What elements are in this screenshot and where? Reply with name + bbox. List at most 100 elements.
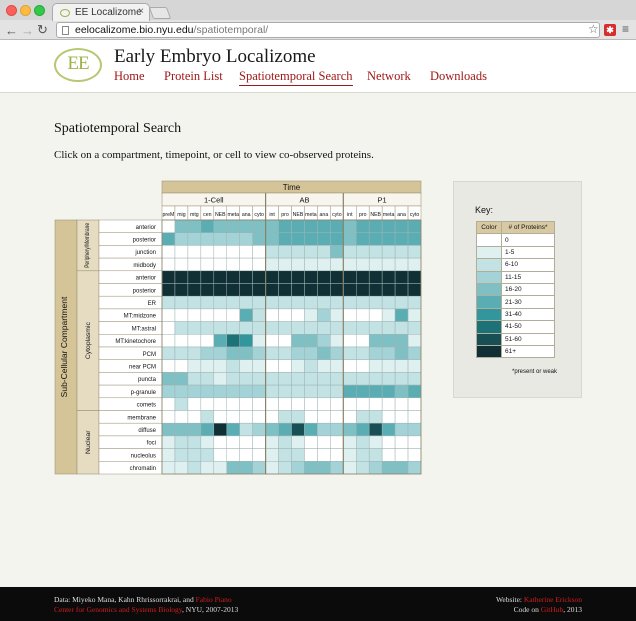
heatmap-cell[interactable] <box>252 435 266 449</box>
heatmap-cell[interactable] <box>200 321 215 335</box>
heatmap-cell[interactable] <box>278 448 292 462</box>
heatmap-cell[interactable] <box>291 270 305 284</box>
heatmap-cell[interactable] <box>200 270 215 284</box>
heatmap-cell[interactable] <box>278 397 292 411</box>
heatmap-cell[interactable] <box>394 346 409 360</box>
heatmap-cell[interactable] <box>291 219 305 233</box>
heatmap-cell[interactable] <box>356 346 370 360</box>
heatmap-cell[interactable] <box>343 283 357 297</box>
heatmap-cell[interactable] <box>343 270 357 284</box>
heatmap-cell[interactable] <box>407 384 422 399</box>
heatmap-cell[interactable] <box>394 295 409 310</box>
heatmap-cell[interactable] <box>343 257 357 272</box>
heatmap-cell[interactable] <box>394 283 409 297</box>
heatmap-cell[interactable] <box>200 397 215 411</box>
heatmap-cell[interactable] <box>239 270 253 284</box>
heatmap-cell[interactable] <box>226 410 240 424</box>
heatmap-cell[interactable] <box>213 384 228 399</box>
heatmap-cell[interactable] <box>161 410 176 424</box>
heatmap-cell[interactable] <box>368 245 383 259</box>
heatmap-cell[interactable] <box>239 321 253 335</box>
heatmap-cell[interactable] <box>356 232 370 246</box>
heatmap-cell[interactable] <box>161 308 176 322</box>
heatmap-cell[interactable] <box>394 245 409 259</box>
heatmap-cell[interactable] <box>265 384 279 399</box>
heatmap-cell[interactable] <box>407 295 422 310</box>
heatmap-cell[interactable] <box>174 359 189 373</box>
heatmap-cell[interactable] <box>200 384 215 399</box>
footer-link-github[interactable]: GitHub <box>541 605 564 614</box>
heatmap-cell[interactable] <box>239 308 253 322</box>
heatmap-cell[interactable] <box>330 448 344 462</box>
heatmap-cell[interactable] <box>278 308 292 322</box>
heatmap-cell[interactable] <box>368 372 383 386</box>
heatmap-cell[interactable] <box>317 295 331 310</box>
heatmap-cell[interactable] <box>304 448 318 462</box>
heatmap-cell[interactable] <box>343 308 357 322</box>
heatmap-cell[interactable] <box>226 321 240 335</box>
heatmap-cell[interactable] <box>174 435 189 449</box>
heatmap-cell[interactable] <box>161 295 176 310</box>
heatmap-cell[interactable] <box>291 295 305 310</box>
heatmap-cell[interactable] <box>161 283 176 297</box>
heatmap-cell[interactable] <box>226 219 240 233</box>
heatmap-cell[interactable] <box>291 422 305 437</box>
heatmap-cell[interactable] <box>226 270 240 284</box>
heatmap-cell[interactable] <box>317 232 331 246</box>
heatmap-cell[interactable] <box>356 448 370 462</box>
heatmap-cell[interactable] <box>213 422 228 437</box>
heatmap-cell[interactable] <box>394 422 409 437</box>
heatmap-cell[interactable] <box>200 257 215 272</box>
heatmap-cell[interactable] <box>291 346 305 360</box>
footer-link-cgsb[interactable]: Center for Genomics and Systems Biology <box>54 605 182 614</box>
heatmap-cell[interactable] <box>304 346 318 360</box>
heatmap-cell[interactable] <box>317 410 331 424</box>
heatmap-cell[interactable] <box>317 384 331 399</box>
heatmap-cell[interactable] <box>381 245 396 259</box>
heatmap-cell[interactable] <box>394 461 409 475</box>
heatmap-cell[interactable] <box>381 257 396 272</box>
heatmap-cell[interactable] <box>187 308 202 322</box>
heatmap-cell[interactable] <box>381 308 396 322</box>
heatmap-cell[interactable] <box>381 283 396 297</box>
heatmap-cell[interactable] <box>239 295 253 310</box>
heatmap-cell[interactable] <box>252 461 266 475</box>
heatmap-cell[interactable] <box>174 448 189 462</box>
heatmap-cell[interactable] <box>239 283 253 297</box>
heatmap-cell[interactable] <box>356 257 370 272</box>
heatmap-cell[interactable] <box>252 283 266 297</box>
heatmap-cell[interactable] <box>200 308 215 322</box>
heatmap-cell[interactable] <box>213 245 228 259</box>
heatmap-cell[interactable] <box>226 384 240 399</box>
heatmap-cell[interactable] <box>343 448 357 462</box>
heatmap-cell[interactable] <box>317 219 331 233</box>
heatmap-cell[interactable] <box>304 295 318 310</box>
heatmap-cell[interactable] <box>187 245 202 259</box>
heatmap-cell[interactable] <box>174 422 189 437</box>
heatmap-cell[interactable] <box>278 410 292 424</box>
heatmap-cell[interactable] <box>291 461 305 475</box>
heatmap-cell[interactable] <box>252 397 266 411</box>
heatmap-cell[interactable] <box>161 346 176 360</box>
heatmap-cell[interactable] <box>304 435 318 449</box>
heatmap-cell[interactable] <box>381 384 396 399</box>
heatmap-cell[interactable] <box>187 270 202 284</box>
heatmap-cell[interactable] <box>161 359 176 373</box>
heatmap-cell[interactable] <box>407 461 422 475</box>
heatmap-cell[interactable] <box>161 232 176 246</box>
heatmap-cell[interactable] <box>265 270 279 284</box>
heatmap-cell[interactable] <box>330 232 344 246</box>
heatmap-cell[interactable] <box>381 435 396 449</box>
heatmap-cell[interactable] <box>187 219 202 233</box>
heatmap-cell[interactable] <box>407 270 422 284</box>
heatmap-cell[interactable] <box>291 372 305 386</box>
heatmap-cell[interactable] <box>394 435 409 449</box>
heatmap-cell[interactable] <box>343 346 357 360</box>
heatmap-cell[interactable] <box>407 321 422 335</box>
heatmap-cell[interactable] <box>200 245 215 259</box>
heatmap-cell[interactable] <box>265 448 279 462</box>
heatmap-cell[interactable] <box>187 461 202 475</box>
heatmap-cell[interactable] <box>407 257 422 272</box>
heatmap-cell[interactable] <box>161 461 176 475</box>
heatmap-cell[interactable] <box>239 384 253 399</box>
